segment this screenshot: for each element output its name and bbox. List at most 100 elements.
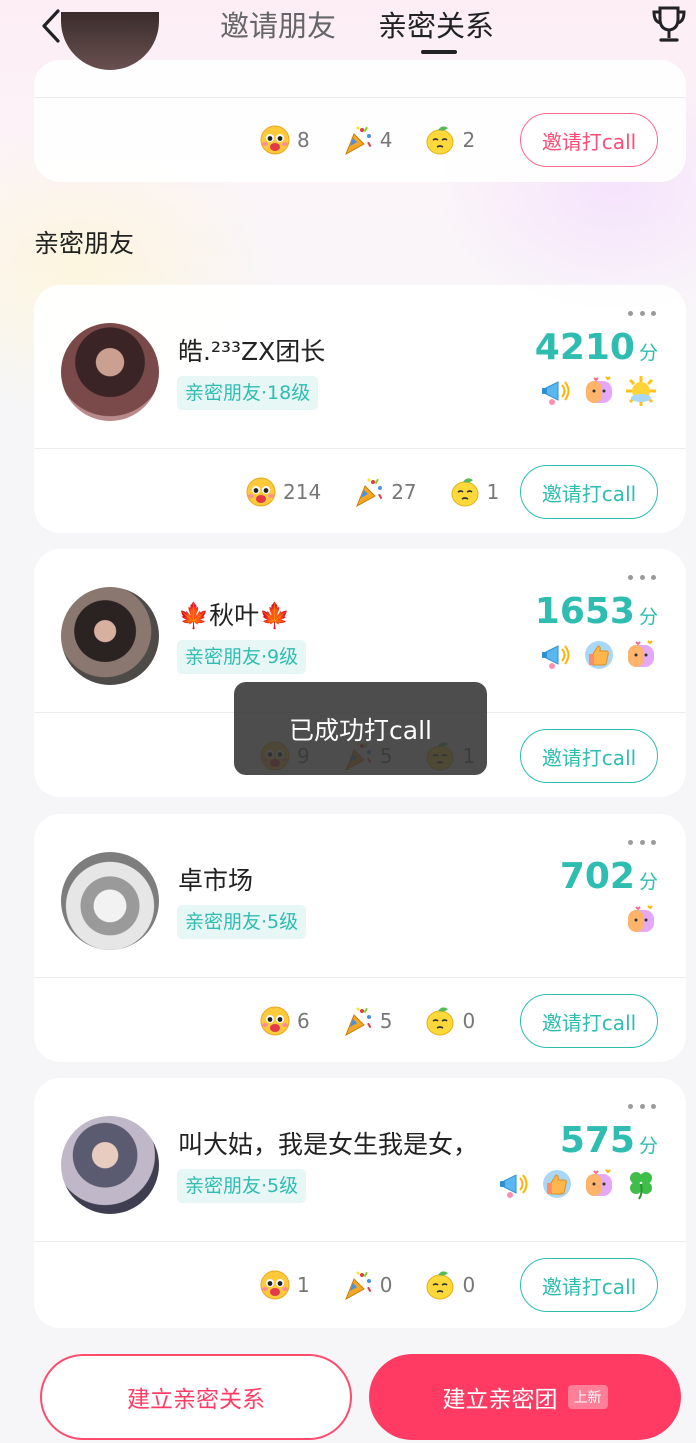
blush-emoji-icon [259, 124, 291, 156]
card-divider [34, 1241, 686, 1242]
friend-name: 🍁秋叶🍁 [178, 601, 291, 630]
tab-invite-friends[interactable]: 邀请朋友 [220, 6, 336, 46]
score-unit: 分 [638, 871, 658, 893]
friend-card: 皓.²³³ZX团长 亲密朋友·18级 4210 分 214 27 1 邀请打ca… [34, 285, 686, 533]
badge-list [540, 374, 658, 408]
success-toast: 已成功打call [234, 682, 487, 775]
tab-intimate-relations[interactable]: 亲密关系 [378, 6, 494, 46]
avatar[interactable] [61, 1116, 159, 1214]
sun-badge-icon [624, 374, 658, 408]
lemon-emoji-icon [424, 124, 456, 156]
invite-call-button[interactable]: 邀请打call [520, 1258, 658, 1312]
heart-bubble-badge-icon [582, 374, 616, 408]
avatar[interactable] [61, 323, 159, 421]
heart-bubble-badge-icon [624, 638, 658, 672]
invite-call-button[interactable]: 邀请打call [520, 994, 658, 1048]
score-unit: 分 [638, 342, 658, 364]
more-options-button[interactable] [628, 1100, 656, 1112]
lemon-emoji-icon [424, 1005, 456, 1037]
party-count: 5 [379, 1009, 393, 1033]
megaphone-badge-icon [540, 374, 574, 408]
badge-list [498, 1167, 658, 1201]
lemon-emoji-icon [449, 476, 481, 508]
badge-list [624, 903, 658, 937]
party-stat[interactable]: 5 [342, 1005, 393, 1037]
lemon-count: 0 [462, 1273, 476, 1297]
interaction-stats: 1 0 0 [259, 1269, 507, 1301]
trophy-icon [652, 6, 686, 42]
party-stat[interactable]: 4 [342, 124, 393, 156]
intimacy-score: 575 分 [560, 1121, 658, 1161]
blush-emoji-icon [245, 476, 277, 508]
lemon-stat[interactable]: 0 [424, 1269, 475, 1301]
more-options-button[interactable] [628, 571, 656, 583]
intimacy-score: 702 分 [560, 857, 658, 897]
party-popper-icon [342, 124, 374, 156]
invite-call-button[interactable]: 邀请打call [520, 113, 658, 167]
avatar[interactable] [61, 852, 159, 950]
party-popper-icon [342, 1005, 374, 1037]
new-tag-badge: 上新 [567, 1385, 608, 1409]
friend-card: 叫大姑，我是女生我是女， 亲密朋友·5级 575 分 1 0 0 邀请打call [34, 1078, 686, 1328]
clover-badge-icon [624, 1167, 658, 1201]
section-title: 亲密朋友 [34, 229, 135, 258]
create-relation-button[interactable]: 建立亲密关系 [40, 1354, 352, 1440]
heart-bubble-badge-icon [582, 1167, 616, 1201]
card-divider [34, 977, 686, 978]
create-group-button[interactable]: 建立亲密团 上新 [369, 1354, 681, 1440]
more-options-button[interactable] [628, 307, 656, 319]
heart-bubble-badge-icon [624, 903, 658, 937]
score-unit: 分 [638, 1135, 658, 1157]
party-popper-icon [342, 1269, 374, 1301]
party-count: 4 [379, 128, 393, 152]
intimacy-score: 1653 分 [535, 592, 658, 632]
interaction-stats: 6 5 0 [259, 1005, 507, 1037]
level-badge: 亲密朋友·5级 [177, 1169, 307, 1203]
badge-list [540, 638, 658, 672]
party-count: 0 [379, 1273, 393, 1297]
level-badge: 亲密朋友·9级 [177, 640, 307, 674]
interaction-stats: 214 27 1 [245, 476, 531, 508]
thumbs-up-badge-icon [582, 638, 616, 672]
lemon-count: 1 [486, 480, 500, 504]
active-tab-indicator [421, 50, 457, 54]
blush-stat[interactable]: 6 [259, 1005, 310, 1037]
megaphone-badge-icon [540, 638, 574, 672]
lemon-stat[interactable]: 1 [449, 476, 500, 508]
blush-stat[interactable]: 8 [259, 124, 310, 156]
friend-name: 皓.²³³ZX团长 [178, 337, 326, 366]
more-options-button[interactable] [628, 836, 656, 848]
score-value: 4210 [534, 327, 635, 368]
blush-count: 1 [297, 1273, 310, 1297]
blush-count: 8 [297, 128, 310, 152]
blush-emoji-icon [259, 1005, 291, 1037]
invite-call-button[interactable]: 邀请打call [520, 465, 658, 519]
score-value: 575 [559, 1120, 635, 1161]
lemon-stat[interactable]: 2 [424, 124, 475, 156]
friend-name: 卓市场 [178, 866, 254, 895]
party-popper-icon [353, 476, 385, 508]
blush-stat[interactable]: 214 [245, 476, 321, 508]
thumbs-up-badge-icon [540, 1167, 574, 1201]
top-partial-card: 8 4 2 邀请打call [34, 12, 686, 182]
intimacy-score: 4210 分 [535, 328, 658, 368]
card-divider [34, 448, 686, 449]
avatar [61, 12, 159, 70]
friend-name: 叫大姑，我是女生我是女， [178, 1130, 479, 1159]
friend-card: 卓市场 亲密朋友·5级 702 分 6 5 0 邀请打call [34, 814, 686, 1062]
blush-count: 214 [283, 480, 322, 504]
blush-emoji-icon [259, 1269, 291, 1301]
lemon-stat[interactable]: 0 [424, 1005, 475, 1037]
lemon-count: 0 [462, 1009, 476, 1033]
lemon-count: 2 [462, 128, 476, 152]
lemon-emoji-icon [424, 1269, 456, 1301]
card-divider [34, 97, 686, 98]
party-stat[interactable]: 0 [342, 1269, 393, 1301]
avatar[interactable] [61, 587, 159, 685]
interaction-stats: 8 4 2 [259, 124, 507, 156]
blush-stat[interactable]: 1 [259, 1269, 310, 1301]
megaphone-badge-icon [498, 1167, 532, 1201]
invite-call-button[interactable]: 邀请打call [520, 729, 658, 783]
trophy-button[interactable] [648, 4, 690, 46]
party-stat[interactable]: 27 [353, 476, 417, 508]
